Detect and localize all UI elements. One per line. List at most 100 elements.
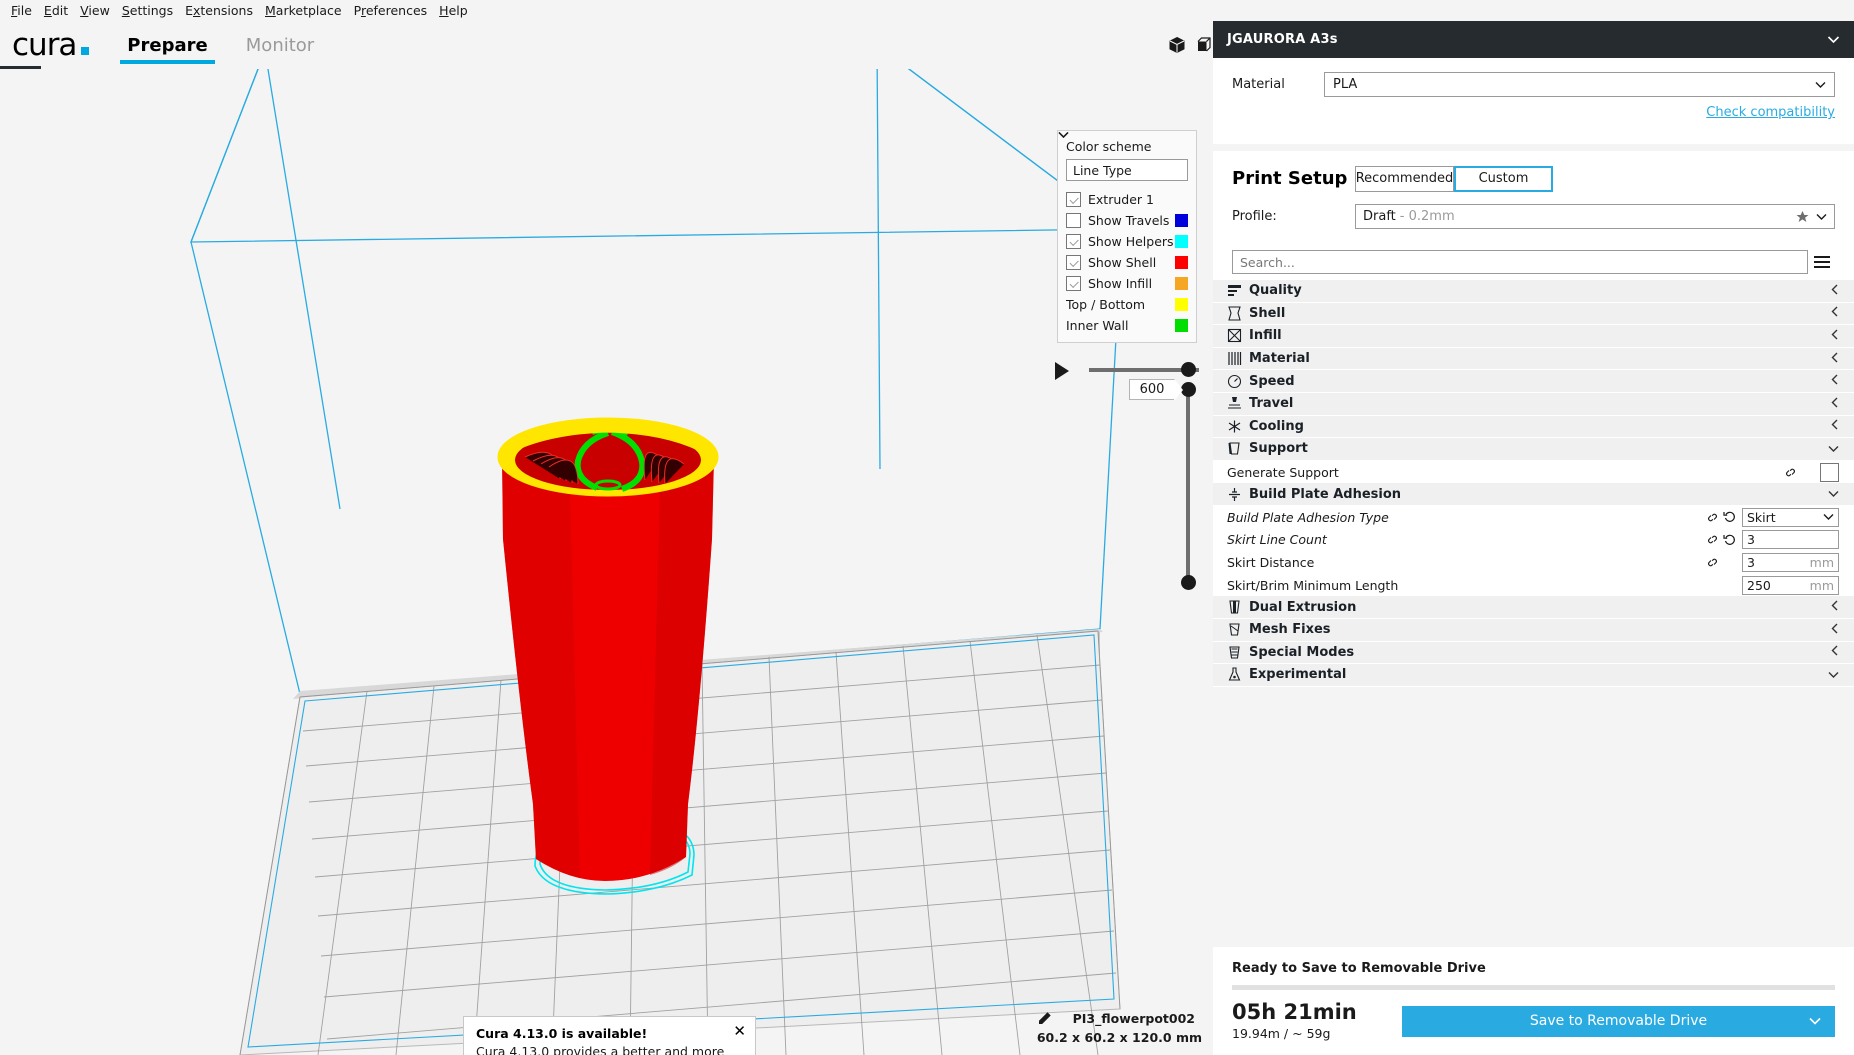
setting-value: 3 (1747, 554, 1755, 570)
color-scheme-header[interactable]: Color scheme (1058, 132, 1196, 159)
chevron-down-icon[interactable] (1828, 487, 1839, 501)
legend-row[interactable]: Show Helpers (1058, 231, 1196, 252)
chevron-left-icon (1831, 419, 1838, 430)
chevron-left-icon[interactable] (1831, 374, 1839, 388)
print-estimates: 05h 21min 19.94m / ~ 59g (1232, 1001, 1402, 1042)
legend-checkbox[interactable] (1066, 234, 1081, 249)
menu-marketplace[interactable]: Marketplace (259, 0, 348, 21)
settings-category-special-modes[interactable]: Special Modes (1213, 641, 1854, 665)
setting-revert-icon[interactable] (1721, 511, 1738, 523)
chevron-left-icon[interactable] (1831, 645, 1839, 659)
menu-view[interactable]: View (74, 0, 116, 21)
settings-category-material[interactable]: Material (1213, 347, 1854, 371)
chevron-down-icon[interactable] (1828, 442, 1839, 456)
settings-category-build-plate-adhesion[interactable]: Build Plate Adhesion (1213, 483, 1854, 506)
ready-status: Ready to Save to Removable Drive (1232, 961, 1486, 976)
chevron-down-icon[interactable] (1809, 1014, 1821, 1029)
profile-dropdown[interactable]: Draft - 0.2mm (1355, 204, 1835, 229)
menu-bar: File Edit View Settings Extensions Marketplac… (0, 0, 1854, 21)
chevron-left-icon[interactable] (1831, 600, 1839, 614)
setting-checkbox[interactable] (1820, 462, 1839, 482)
check-compatibility-link[interactable]: Check compatibility (1706, 105, 1835, 120)
setting-link-icon[interactable] (1782, 467, 1799, 478)
chevron-left-icon[interactable] (1831, 352, 1839, 366)
legend-color-swatch (1175, 256, 1188, 269)
settings-category-label: Support (1249, 441, 1308, 457)
close-icon[interactable]: ✕ (733, 1024, 746, 1039)
setting-label: Build Plate Adhesion Type (1227, 509, 1389, 525)
chevron-left-icon[interactable] (1831, 397, 1839, 411)
mode-custom-button[interactable]: Custom (1454, 165, 1553, 192)
legend-checkbox[interactable] (1066, 255, 1081, 270)
search-input[interactable]: Search... (1232, 250, 1808, 274)
printer-selector[interactable]: JGAURORA A3s (1213, 21, 1854, 58)
settings-category-quality[interactable]: Quality (1213, 280, 1854, 303)
layer-slider-track[interactable] (1186, 389, 1190, 589)
settings-category-travel[interactable]: Travel (1213, 392, 1854, 416)
settings-category-speed[interactable]: Speed (1213, 370, 1854, 393)
chevron-down-icon[interactable] (1828, 668, 1839, 682)
legend-row[interactable]: Extruder 1 (1058, 189, 1196, 210)
settings-category-mesh-fixes[interactable]: Mesh Fixes (1213, 618, 1854, 642)
settings-menu-icon[interactable] (1808, 255, 1835, 269)
menu-help[interactable]: Help (433, 0, 474, 21)
material-section: Material PLA Check compatibility (1213, 58, 1854, 144)
legend-checkbox[interactable] (1066, 213, 1081, 228)
settings-category-cooling[interactable]: Cooling (1213, 415, 1854, 439)
settings-category-infill[interactable]: Infill (1213, 325, 1854, 348)
save-to-removable-drive-button[interactable]: Save to Removable Drive (1402, 1005, 1835, 1037)
revert-icon (1723, 512, 1735, 523)
menu-extensions[interactable]: Extensions (179, 0, 259, 21)
layer-slider-upper-handle[interactable] (1181, 382, 1196, 397)
layer-slider-lower-handle[interactable] (1181, 575, 1196, 590)
settings-category-dual-extrusion[interactable]: Dual Extrusion (1213, 596, 1854, 619)
right-sidebar: JGAURORA A3s Material PLA Check compatib… (1213, 21, 1854, 1055)
material-dropdown[interactable]: PLA (1324, 72, 1835, 97)
settings-category-support[interactable]: Support (1213, 438, 1854, 461)
legend-row[interactable]: Show Travels (1058, 210, 1196, 231)
tab-monitor-label: Monitor (245, 34, 315, 56)
tab-monitor[interactable]: Monitor (240, 21, 320, 69)
view-3d-icon[interactable] (1168, 36, 1186, 54)
setting-link-icon[interactable] (1704, 534, 1721, 545)
chevron-down-icon (1827, 36, 1840, 44)
menu-preferences[interactable]: Preferences (348, 0, 434, 21)
chevron-left-icon[interactable] (1831, 623, 1839, 637)
build-volume-scene (190, 69, 1124, 1055)
setting-select[interactable]: Skirt (1742, 507, 1839, 527)
chevron-left-icon[interactable] (1831, 419, 1839, 433)
view-front-icon[interactable] (1195, 36, 1213, 54)
color-scheme-dropdown[interactable]: Line Type (1058, 132, 1188, 181)
menu-file[interactable]: File (5, 0, 38, 21)
legend-row[interactable]: Show Infill (1058, 273, 1196, 294)
setting-revert-icon[interactable] (1721, 534, 1738, 546)
setting-input[interactable]: 250 mm (1742, 575, 1839, 595)
chevron-left-icon (1831, 284, 1838, 295)
setting-input[interactable]: 3 mm (1742, 552, 1839, 572)
layer-number-input[interactable]: 600 (1129, 379, 1183, 401)
legend-row[interactable]: Show Shell (1058, 252, 1196, 273)
save-button-label: Save to Removable Drive (1529, 1013, 1708, 1029)
legend-label: Show Helpers (1088, 234, 1174, 249)
settings-category-label: Shell (1249, 305, 1286, 321)
chevron-left-icon[interactable] (1831, 306, 1839, 320)
chevron-left-icon[interactable] (1831, 329, 1839, 343)
chevron-left-icon[interactable] (1831, 284, 1839, 298)
mode-recommended-button[interactable]: Recommended (1355, 165, 1454, 192)
profile-name: Draft (1363, 209, 1396, 224)
simulation-slider-handle[interactable] (1181, 362, 1196, 377)
legend-checkbox[interactable] (1066, 276, 1081, 291)
setting-link-icon[interactable] (1704, 512, 1721, 523)
settings-category-experimental[interactable]: Experimental (1213, 664, 1854, 687)
tab-prepare[interactable]: Prepare (120, 21, 215, 69)
settings-category-label: Quality (1249, 283, 1302, 299)
setting-input[interactable]: 3 (1742, 530, 1839, 550)
menu-settings[interactable]: Settings (116, 0, 179, 21)
settings-category-shell[interactable]: Shell (1213, 302, 1854, 326)
3d-viewport[interactable]: Color scheme Line Type Extruder 1 Show Tr… (0, 69, 1210, 1055)
legend-checkbox[interactable] (1066, 192, 1081, 207)
experimental-icon (1227, 667, 1249, 682)
menu-edit[interactable]: Edit (38, 0, 74, 21)
color-scheme-panel: Color scheme Line Type Extruder 1 Show Tr… (1057, 130, 1197, 343)
setting-link-icon[interactable] (1704, 557, 1721, 568)
